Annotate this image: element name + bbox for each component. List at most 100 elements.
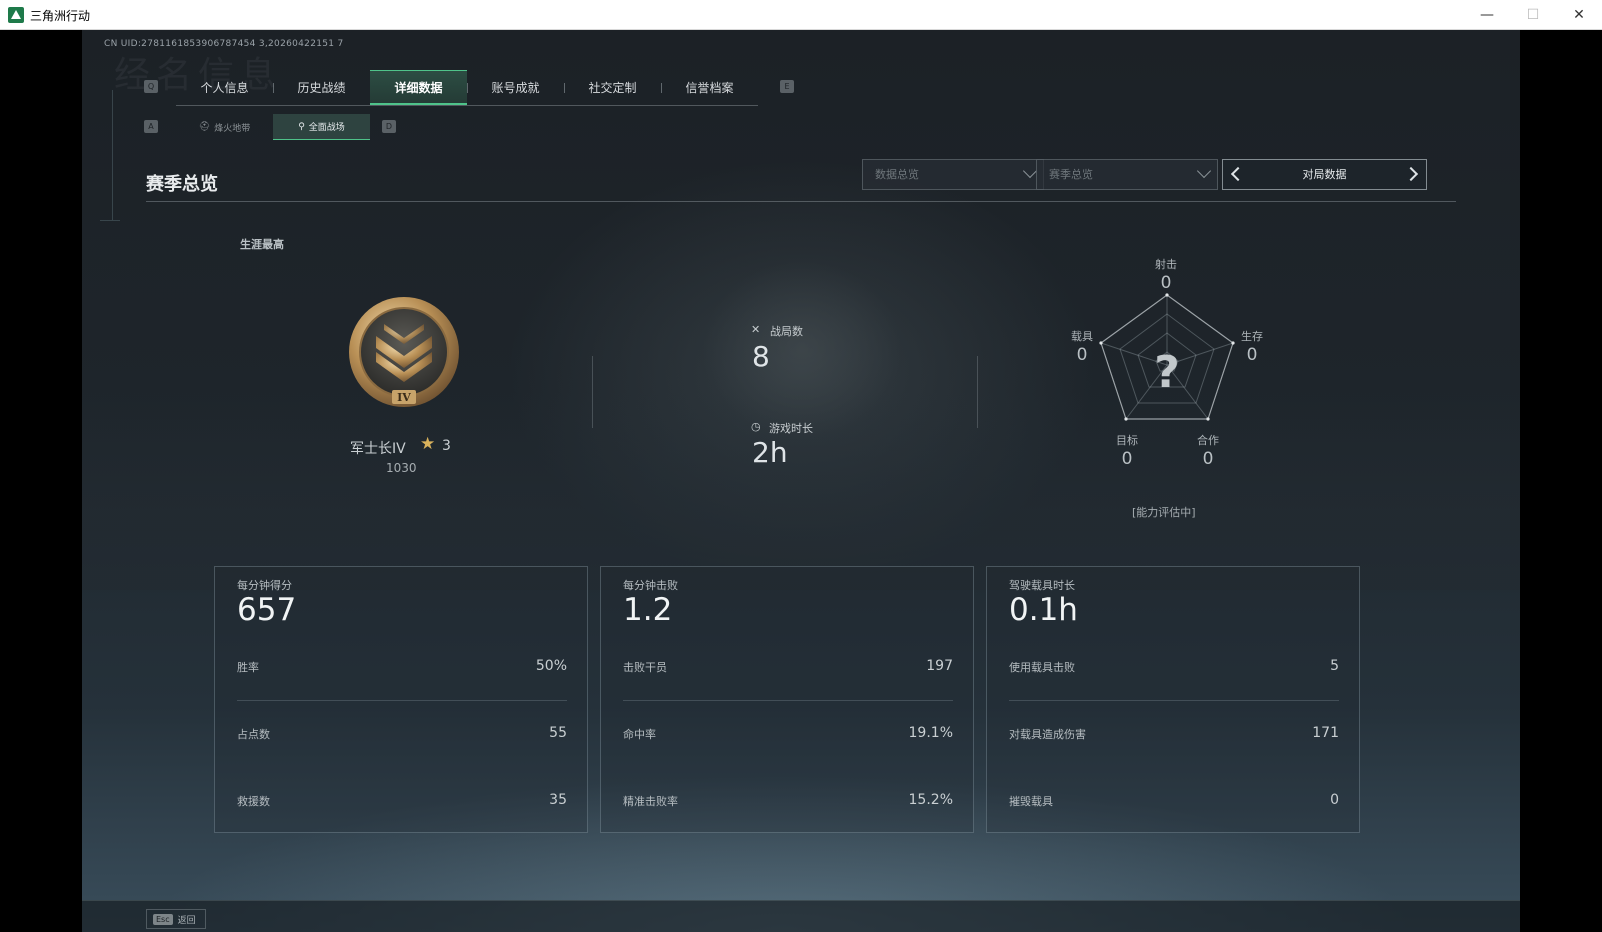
matches-label: 战局数 [770, 325, 803, 338]
tab-operations-mode-label: 烽火地带 [214, 123, 251, 134]
tab-personal-info[interactable]: 个人信息 [176, 70, 273, 105]
hud-decoration-line [100, 220, 120, 221]
tab-warfare-mode[interactable]: ⚲ 全面战场 [273, 114, 370, 140]
subnav-prev-key-hint[interactable]: A [144, 120, 158, 133]
season-overview-dropdown[interactable]: 赛季总览 [1036, 159, 1218, 190]
card-row-value: 0 [1330, 792, 1339, 808]
chevron-down-icon [1196, 163, 1212, 179]
crossed-swords-icon: ✕ [751, 323, 761, 336]
radar-vehicle-label: 载具 [1071, 330, 1093, 343]
card-row: 使用载具击败 5 [1009, 658, 1339, 679]
card-row-label: 胜率 [237, 661, 259, 674]
subnav-next-key-hint[interactable]: D [382, 120, 396, 133]
hat-icon: ⛑ [198, 122, 211, 132]
row-divider [1009, 700, 1339, 701]
card-row-value: 171 [1312, 725, 1339, 741]
card-main-value: 1.2 [623, 592, 673, 628]
stopwatch-icon: ◷ [751, 420, 761, 433]
stat-card-score: 每分钟得分 657 胜率 50% 占点数 55 救援数 35 [214, 566, 588, 833]
card-row-value: 19.1% [908, 725, 953, 741]
card-row-value: 197 [926, 658, 953, 674]
playtime-value: 2h [752, 436, 788, 469]
card-row-value: 55 [549, 725, 567, 741]
nav-next-key-hint[interactable]: E [780, 80, 794, 93]
maximize-button[interactable]: ☐ [1510, 0, 1556, 30]
section-title: 赛季总览 [146, 174, 218, 195]
nav-prev-key-hint[interactable]: Q [144, 80, 158, 93]
card-row: 占点数 55 [237, 725, 567, 746]
card-row-label: 占点数 [237, 728, 270, 741]
card-row-label: 对载具造成伤害 [1009, 728, 1086, 741]
career-best-label: 生涯最高 [240, 238, 284, 251]
background-radar-dish [702, 260, 902, 440]
vertical-divider [977, 356, 978, 428]
tab-operations-mode[interactable]: ⛑ 烽火地带 [176, 114, 273, 140]
tab-detailed-data[interactable]: 详细数据 [370, 70, 467, 105]
chevron-right-icon[interactable] [1403, 166, 1419, 182]
ability-eval-status: [能力评估中] [1132, 506, 1196, 519]
tab-credit-record[interactable]: 信誉档案 [661, 70, 758, 105]
match-data-pager: 对局数据 [1222, 159, 1427, 190]
card-main-value: 657 [237, 592, 297, 628]
back-button[interactable]: Esc 返回 [146, 909, 206, 929]
card-row: 胜率 50% [237, 658, 567, 679]
playtime-label: 游戏时长 [769, 422, 813, 435]
back-button-label: 返回 [177, 915, 196, 926]
section-divider [146, 201, 1456, 202]
radar-question-mark: ? [1154, 347, 1180, 398]
card-title: 驾驶载具时长 [1009, 579, 1075, 592]
main-tabs: 个人信息 历史战绩 详细数据 账号成就 社交定制 信誉档案 [176, 70, 758, 106]
card-row: 救援数 35 [237, 792, 567, 813]
matches-value: 8 [752, 340, 770, 373]
card-row-value: 15.2% [908, 792, 953, 808]
card-row: 精准击败率 15.2% [623, 792, 953, 813]
minimize-button[interactable]: — [1464, 0, 1510, 30]
card-row-label: 精准击败率 [623, 795, 678, 808]
star-icon: ★ [420, 434, 436, 454]
card-row-value: 5 [1330, 658, 1339, 674]
title-bar: 三角洲行动 — ☐ ✕ [0, 0, 1602, 30]
tab-warfare-mode-label: 全面战场 [308, 123, 345, 133]
stat-card-kills: 每分钟击败 1.2 击败干员 197 命中率 19.1% 精准击败率 15.2% [600, 566, 974, 833]
tab-match-history[interactable]: 历史战绩 [273, 70, 370, 105]
card-row: 对载具造成伤害 171 [1009, 725, 1339, 746]
stat-card-vehicle: 驾驶载具时长 0.1h 使用载具击败 5 对载具造成伤害 171 摧毁载具 0 [986, 566, 1360, 833]
rank-badge-numeral: IV [397, 391, 411, 404]
radar-objective-label: 目标 [1116, 434, 1138, 447]
radar-teamwork-label: 合作 [1197, 434, 1219, 447]
esc-key-hint: Esc [153, 913, 173, 925]
close-button[interactable]: ✕ [1556, 0, 1602, 30]
match-data-pager-label: 对局数据 [1302, 168, 1347, 181]
season-overview-dropdown-label: 赛季总览 [1049, 168, 1093, 181]
card-row-value: 50% [535, 658, 567, 674]
card-title: 每分钟击败 [623, 579, 678, 592]
mode-tabs: ⛑ 烽火地带 ⚲ 全面战场 [176, 114, 370, 140]
card-row-label: 击败干员 [623, 661, 667, 674]
radar-shooting-label: 射击 [1155, 258, 1177, 271]
tab-social-custom[interactable]: 社交定制 [564, 70, 661, 105]
card-row: 击败干员 197 [623, 658, 953, 679]
rank-star-count: 3 [442, 438, 451, 454]
rank-score: 1030 [386, 461, 417, 475]
card-main-value: 0.1h [1009, 592, 1078, 628]
radar-vehicle-value: 0 [1076, 345, 1088, 365]
card-row-label: 摧毁载具 [1009, 795, 1053, 808]
bottom-bar: Esc 返回 [82, 900, 1520, 932]
card-row-label: 命中率 [623, 728, 656, 741]
card-row-value: 35 [549, 792, 567, 808]
chevron-left-icon[interactable] [1230, 166, 1246, 182]
radar-survival-value: 0 [1246, 345, 1258, 365]
data-overview-dropdown[interactable]: 数据总览 [862, 159, 1044, 190]
app-logo-icon [8, 7, 24, 23]
data-overview-dropdown-label: 数据总览 [875, 168, 919, 181]
tab-achievements[interactable]: 账号成就 [467, 70, 564, 105]
hud-decoration-line [112, 90, 113, 220]
card-row-label: 救援数 [237, 795, 270, 808]
card-title: 每分钟得分 [237, 579, 292, 592]
vertical-divider [592, 356, 593, 428]
rank-badge-icon: IV [349, 297, 459, 407]
rank-name: 军士长IV [350, 441, 406, 457]
radar-objective-value: 0 [1121, 449, 1133, 469]
card-row-label: 使用载具击败 [1009, 661, 1075, 674]
row-divider [623, 700, 953, 701]
